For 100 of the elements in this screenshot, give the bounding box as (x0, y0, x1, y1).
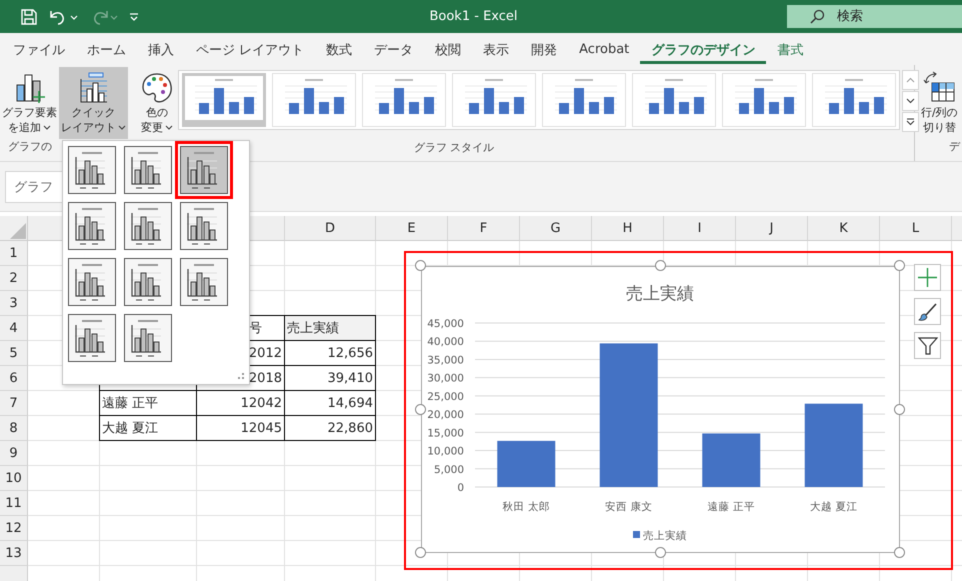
axis-label: 40,000 (427, 336, 464, 348)
customize-icon[interactable] (128, 10, 140, 22)
bar[interactable] (497, 440, 556, 487)
ribbon-tab[interactable]: 数式 (315, 34, 364, 64)
column-header[interactable]: H (592, 216, 664, 241)
layout-option[interactable] (68, 146, 116, 194)
layout-option[interactable] (180, 258, 228, 306)
axis-label: 45,000 (427, 318, 464, 330)
table-cell: 売上実績 (284, 315, 376, 341)
search-field[interactable]: 検索 (787, 5, 962, 28)
table-cell: 大越 夏江 (99, 415, 197, 441)
row-header[interactable]: 1 (0, 241, 28, 266)
category-label: 秋田 太郎 (502, 501, 550, 513)
layout-option[interactable] (180, 202, 228, 250)
caret-icon (43, 125, 51, 131)
resize-handle[interactable] (415, 404, 426, 414)
axis-label: 30,000 (427, 372, 464, 385)
ribbon-tab[interactable]: Acrobat (568, 36, 640, 62)
ribbon-tab[interactable]: 表示 (472, 34, 520, 64)
window-title: Book1 - Excel (429, 9, 518, 24)
row-header[interactable]: 2 (0, 266, 28, 291)
layout-option[interactable] (124, 202, 172, 250)
row-header[interactable]: 6 (0, 366, 28, 391)
chart-style-thumbnail[interactable] (452, 73, 536, 127)
row-header[interactable]: 10 (0, 466, 28, 491)
ribbon-tab[interactable]: 校閲 (424, 34, 472, 64)
layout-option[interactable] (68, 202, 116, 250)
scroll-down-icon[interactable] (902, 91, 919, 111)
ribbon-tab[interactable]: データ (363, 34, 424, 64)
column-header[interactable]: L (880, 216, 952, 241)
quick-layout-button[interactable]: クイック レイアウト (59, 67, 128, 139)
row-header[interactable]: 13 (0, 541, 28, 566)
chart-style-thumbnail[interactable] (632, 73, 716, 127)
column-header[interactable]: K (808, 216, 880, 241)
column-header[interactable]: I (664, 216, 736, 241)
layout-option[interactable] (68, 258, 116, 306)
column-header[interactable]: D (285, 216, 376, 241)
chart-style-thumbnail[interactable] (182, 73, 266, 127)
chart-style-thumbnail[interactable] (722, 73, 806, 127)
chart-style-thumbnail[interactable] (542, 73, 626, 127)
ribbon-tab[interactable]: 開発 (520, 34, 568, 64)
column-header[interactable]: F (448, 216, 520, 241)
palette-icon (140, 71, 174, 105)
row-header[interactable]: 11 (0, 491, 28, 516)
more-icon[interactable] (902, 112, 919, 132)
chart-area[interactable]: 売上実績 0 5,000 10,000 15,000 20,000 25,000 30,000 35,000 40,000 45,000 秋田 太郎 安西 康文 遠藤 正平 大越 夏江 売上実績 (421, 266, 900, 553)
layout-option[interactable] (124, 146, 172, 194)
ribbon-tab[interactable]: 書式 (766, 34, 814, 64)
group-label: グラフ スタイル (414, 141, 494, 154)
row-header[interactable]: 5 (0, 341, 28, 366)
chart-style-thumbnail[interactable] (812, 73, 896, 127)
column-header[interactable]: G (520, 216, 592, 241)
axis-label: 0 (457, 482, 464, 494)
add-icon[interactable] (914, 264, 941, 291)
category-label: 安西 康文 (605, 501, 652, 513)
ribbon-tab[interactable]: ファイル (2, 34, 76, 64)
ribbon-tab[interactable]: グラフのデザイン (640, 34, 766, 64)
layout-option[interactable] (124, 314, 172, 362)
resize-handle[interactable] (415, 547, 426, 558)
row-header[interactable]: 12 (0, 516, 28, 541)
filter-icon[interactable] (914, 332, 941, 359)
layout-option[interactable] (124, 258, 172, 306)
search-icon (809, 9, 825, 25)
caret-icon (165, 125, 173, 131)
ribbon-tab[interactable]: 挿入 (137, 34, 185, 64)
brush-icon[interactable] (914, 298, 941, 325)
switch-button[interactable]: 行/列の 切り替 (919, 67, 960, 139)
table-cell: 22,860 (284, 415, 376, 441)
corner-triangle-icon (9, 222, 27, 240)
group-label: グラフの (8, 140, 52, 153)
axis-label: 35,000 (427, 354, 464, 366)
column-header[interactable]: E (376, 216, 448, 241)
row-header[interactable]: 4 (0, 316, 28, 341)
chart-title: 売上実績 (626, 284, 694, 304)
chart-style-thumbnail[interactable] (362, 73, 446, 127)
add-element-button[interactable]: グラフ要素 を追加 (0, 67, 59, 139)
resize-grip-icon[interactable] (237, 372, 245, 380)
resize-handle[interactable] (894, 260, 905, 271)
row-header[interactable]: 7 (0, 391, 28, 416)
ribbon-tab[interactable]: ページ レイアウト (185, 34, 316, 64)
chart-style-thumbnail[interactable] (272, 73, 356, 127)
group-label: デ (949, 140, 960, 153)
axis-label: 15,000 (427, 427, 464, 440)
resize-handle[interactable] (894, 547, 905, 558)
row-header[interactable]: 3 (0, 291, 28, 316)
resize-handle[interactable] (415, 260, 426, 271)
layout-option[interactable] (68, 314, 116, 362)
save-icon[interactable] (20, 8, 38, 26)
ribbon-tab[interactable]: ホーム (76, 34, 137, 64)
bar[interactable] (702, 433, 760, 487)
axis-label: 5,000 (434, 464, 464, 476)
axis-label: 10,000 (427, 446, 464, 458)
column-header[interactable]: J (736, 216, 808, 241)
row-header[interactable]: 9 (0, 441, 28, 466)
caret-icon (118, 125, 126, 131)
axis-label: 25,000 (427, 390, 464, 403)
row-header[interactable]: 8 (0, 416, 28, 441)
resize-handle[interactable] (654, 260, 666, 271)
color-button[interactable]: 色の 変更 (138, 67, 176, 139)
legend-label: 売上実績 (643, 530, 687, 542)
